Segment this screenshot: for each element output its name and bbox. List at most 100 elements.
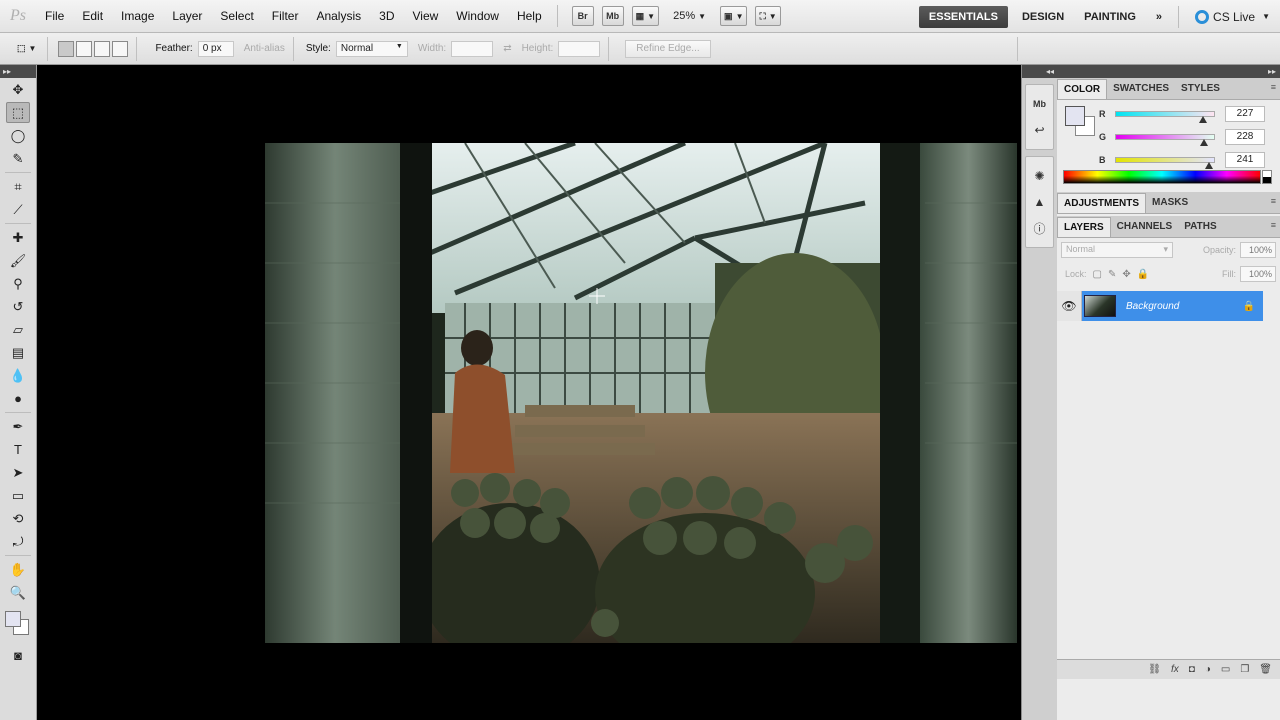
- lock-image-icon[interactable]: ✎: [1108, 269, 1116, 280]
- 3d-orbit-tool-icon[interactable]: ⤾: [6, 531, 30, 552]
- menu-layer[interactable]: Layer: [163, 0, 211, 33]
- menu-file[interactable]: File: [36, 0, 73, 33]
- gradient-tool-icon[interactable]: ▤: [6, 342, 30, 363]
- lock-position-icon[interactable]: ✥: [1122, 269, 1130, 280]
- menu-analysis[interactable]: Analysis: [307, 0, 370, 33]
- layer-style-icon[interactable]: fx: [1171, 664, 1179, 675]
- blend-mode-select[interactable]: Normal ▾: [1061, 242, 1173, 258]
- style-select[interactable]: Normal ▼: [335, 40, 408, 57]
- color-panel-foreground-swatch[interactable]: [1065, 106, 1085, 126]
- quick-mask-icon[interactable]: ◙: [6, 645, 30, 666]
- zoom-level-dropdown[interactable]: 25% ▼: [673, 10, 706, 22]
- pen-tool-icon[interactable]: ✒: [6, 416, 30, 437]
- menu-3d[interactable]: 3D: [370, 0, 403, 33]
- screen-mode-icon[interactable]: ⛶ ▼: [755, 6, 781, 26]
- clone-stamp-tool-icon[interactable]: ⚲: [6, 273, 30, 294]
- add-mask-icon[interactable]: ◘: [1189, 664, 1195, 675]
- tab-masks[interactable]: MASKS: [1146, 193, 1194, 213]
- history-panel-icon[interactable]: ↩: [1029, 119, 1051, 141]
- layer-item[interactable]: Background 🔒: [1082, 291, 1263, 321]
- red-value-input[interactable]: 227: [1225, 106, 1265, 122]
- add-to-selection-icon[interactable]: [76, 40, 93, 57]
- eyedropper-tool-icon[interactable]: ⟋: [6, 199, 30, 220]
- tab-paths[interactable]: PATHS: [1178, 217, 1222, 237]
- red-slider-thumb[interactable]: [1199, 116, 1208, 123]
- layer-row-background[interactable]: 👁 Background 🔒: [1057, 291, 1263, 321]
- color-swatches[interactable]: [3, 609, 33, 639]
- tab-styles[interactable]: STYLES: [1175, 79, 1226, 99]
- tab-layers[interactable]: LAYERS: [1057, 217, 1111, 237]
- swap-dimensions-icon[interactable]: ⇄: [503, 43, 511, 54]
- move-tool-icon[interactable]: ✥: [6, 79, 30, 100]
- feather-input[interactable]: 0 px: [197, 40, 234, 57]
- delete-layer-icon[interactable]: 🗑: [1259, 664, 1272, 675]
- visibility-eye-icon[interactable]: 👁: [1057, 291, 1082, 321]
- blue-value-input[interactable]: 241: [1225, 152, 1265, 168]
- quick-selection-tool-icon[interactable]: ✎: [6, 148, 30, 169]
- menu-window[interactable]: Window: [447, 0, 508, 33]
- type-tool-icon[interactable]: T: [6, 439, 30, 460]
- red-slider[interactable]: [1115, 111, 1215, 123]
- blue-slider[interactable]: [1115, 157, 1215, 169]
- blue-slider-thumb[interactable]: [1204, 162, 1213, 169]
- mini-bridge-panel-icon[interactable]: Mb: [1029, 93, 1051, 115]
- layer-name[interactable]: Background: [1126, 301, 1243, 312]
- black-white-swatch[interactable]: [1262, 170, 1272, 184]
- tab-color[interactable]: COLOR: [1057, 79, 1108, 99]
- hand-tool-icon[interactable]: ✋: [6, 559, 30, 580]
- new-selection-icon[interactable]: [58, 40, 75, 57]
- rectangular-marquee-tool-icon[interactable]: ⬚: [6, 102, 30, 123]
- crop-tool-icon[interactable]: ⌗: [6, 176, 30, 197]
- extras-icon[interactable]: ▦ ▼: [631, 6, 660, 26]
- rectangle-shape-tool-icon[interactable]: ▭: [6, 485, 30, 506]
- width-input[interactable]: [451, 40, 494, 57]
- menu-image[interactable]: Image: [112, 0, 163, 33]
- navigator-panel-icon[interactable]: ✺: [1029, 165, 1051, 187]
- menu-view[interactable]: View: [403, 0, 447, 33]
- menu-select[interactable]: Select: [211, 0, 262, 33]
- green-value-input[interactable]: 228: [1225, 129, 1265, 145]
- more-workspaces-button[interactable]: »: [1146, 6, 1172, 28]
- mini-bridge-icon[interactable]: Mb: [601, 6, 624, 26]
- document-canvas[interactable]: [37, 65, 1021, 720]
- workspace-design[interactable]: DESIGN: [1012, 6, 1074, 28]
- anti-alias-checkbox[interactable]: Anti-alias: [244, 43, 285, 54]
- collapse-tools-icon[interactable]: ▸▸: [0, 65, 36, 78]
- green-slider-thumb[interactable]: [1199, 139, 1208, 146]
- lock-transparent-icon[interactable]: ▢: [1093, 269, 1102, 280]
- menu-edit[interactable]: Edit: [73, 0, 112, 33]
- menu-help[interactable]: Help: [508, 0, 551, 33]
- histogram-panel-icon[interactable]: ▲: [1029, 191, 1051, 213]
- opacity-input[interactable]: 100%: [1240, 242, 1276, 258]
- document-image[interactable]: [265, 143, 1017, 643]
- eraser-tool-icon[interactable]: ▱: [6, 319, 30, 340]
- link-layers-icon[interactable]: ⛓: [1148, 664, 1161, 675]
- tab-swatches[interactable]: SWATCHES: [1107, 79, 1175, 99]
- refine-edge-button[interactable]: Refine Edge...: [625, 39, 711, 58]
- history-brush-icon[interactable]: ↺: [6, 296, 30, 317]
- panel-menu-icon[interactable]: ≡: [1271, 220, 1276, 230]
- intersect-selection-icon[interactable]: [112, 40, 129, 57]
- blur-tool-icon[interactable]: 💧: [6, 365, 30, 386]
- menu-filter[interactable]: Filter: [263, 0, 308, 33]
- info-panel-icon[interactable]: ⓘ: [1029, 217, 1051, 239]
- tab-channels[interactable]: CHANNELS: [1111, 217, 1179, 237]
- height-input[interactable]: [558, 40, 601, 57]
- lasso-tool-icon[interactable]: ◯: [6, 125, 30, 146]
- zoom-tool-icon[interactable]: 🔍: [6, 582, 30, 603]
- workspace-painting[interactable]: PAINTING: [1074, 6, 1146, 28]
- collapse-panels-icon[interactable]: ▸▸: [1057, 65, 1280, 78]
- panel-menu-icon[interactable]: ≡: [1271, 196, 1276, 206]
- adjustment-layer-icon[interactable]: ◑: [1205, 664, 1211, 675]
- foreground-color-swatch[interactable]: [5, 611, 21, 627]
- new-group-icon[interactable]: ▭: [1221, 664, 1230, 675]
- new-layer-icon[interactable]: ❐: [1240, 664, 1249, 675]
- bridge-icon[interactable]: Br: [571, 6, 594, 26]
- path-selection-tool-icon[interactable]: ➤: [6, 462, 30, 483]
- lock-all-icon[interactable]: 🔒: [1137, 269, 1149, 280]
- workspace-essentials[interactable]: ESSENTIALS: [918, 5, 1008, 28]
- spot-healing-brush-icon[interactable]: ✚: [6, 227, 30, 248]
- subtract-from-selection-icon[interactable]: [94, 40, 111, 57]
- green-slider[interactable]: [1115, 134, 1215, 146]
- cs-live-button[interactable]: CS Live ▼: [1185, 9, 1280, 24]
